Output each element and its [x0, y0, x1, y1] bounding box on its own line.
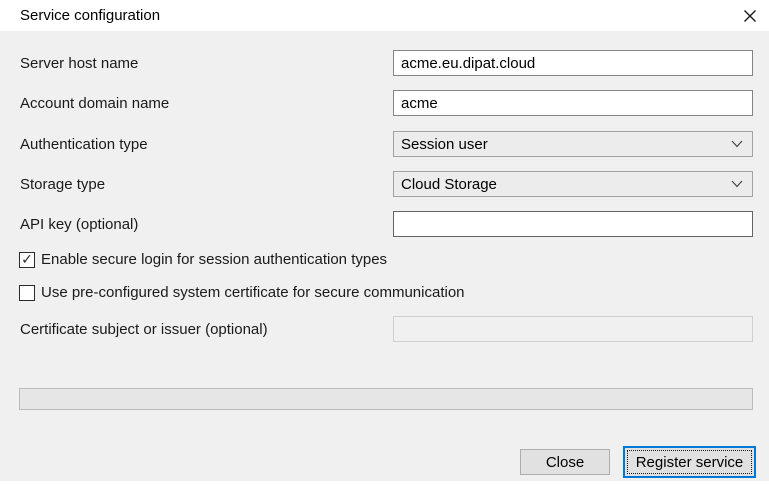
storage-type-value: Cloud Storage: [401, 176, 497, 193]
system-certificate-label[interactable]: Use pre-configured system certificate fo…: [41, 284, 465, 301]
server-host-input[interactable]: [393, 50, 753, 76]
secure-login-label[interactable]: Enable secure login for session authenti…: [41, 251, 387, 268]
auth-type-select[interactable]: Session user: [393, 131, 753, 157]
api-key-input[interactable]: [393, 211, 753, 237]
register-service-button[interactable]: Register service: [623, 446, 756, 478]
close-x-glyph: [743, 9, 757, 23]
account-domain-input[interactable]: [393, 90, 753, 116]
title-bar: Service configuration: [0, 0, 769, 31]
chevron-down-icon: [731, 140, 743, 148]
system-certificate-checkbox-row: Use pre-configured system certificate fo…: [19, 284, 465, 301]
storage-type-label: Storage type: [20, 176, 105, 193]
dialog-title: Service configuration: [20, 7, 160, 24]
progress-bar: [19, 388, 753, 410]
server-host-label: Server host name: [20, 55, 138, 72]
auth-type-label: Authentication type: [20, 136, 148, 153]
account-domain-label: Account domain name: [20, 95, 169, 112]
storage-type-select[interactable]: Cloud Storage: [393, 171, 753, 197]
secure-login-checkbox-row: ✓ Enable secure login for session authen…: [19, 251, 387, 268]
auth-type-value: Session user: [401, 136, 488, 153]
certificate-subject-label: Certificate subject or issuer (optional): [20, 321, 268, 338]
close-button[interactable]: Close: [520, 449, 610, 475]
system-certificate-checkbox[interactable]: [19, 285, 35, 301]
chevron-down-icon: [731, 180, 743, 188]
api-key-label: API key (optional): [20, 216, 138, 233]
check-icon: ✓: [21, 252, 33, 266]
close-icon[interactable]: [737, 4, 763, 28]
secure-login-checkbox[interactable]: ✓: [19, 252, 35, 268]
certificate-subject-input: [393, 316, 753, 342]
